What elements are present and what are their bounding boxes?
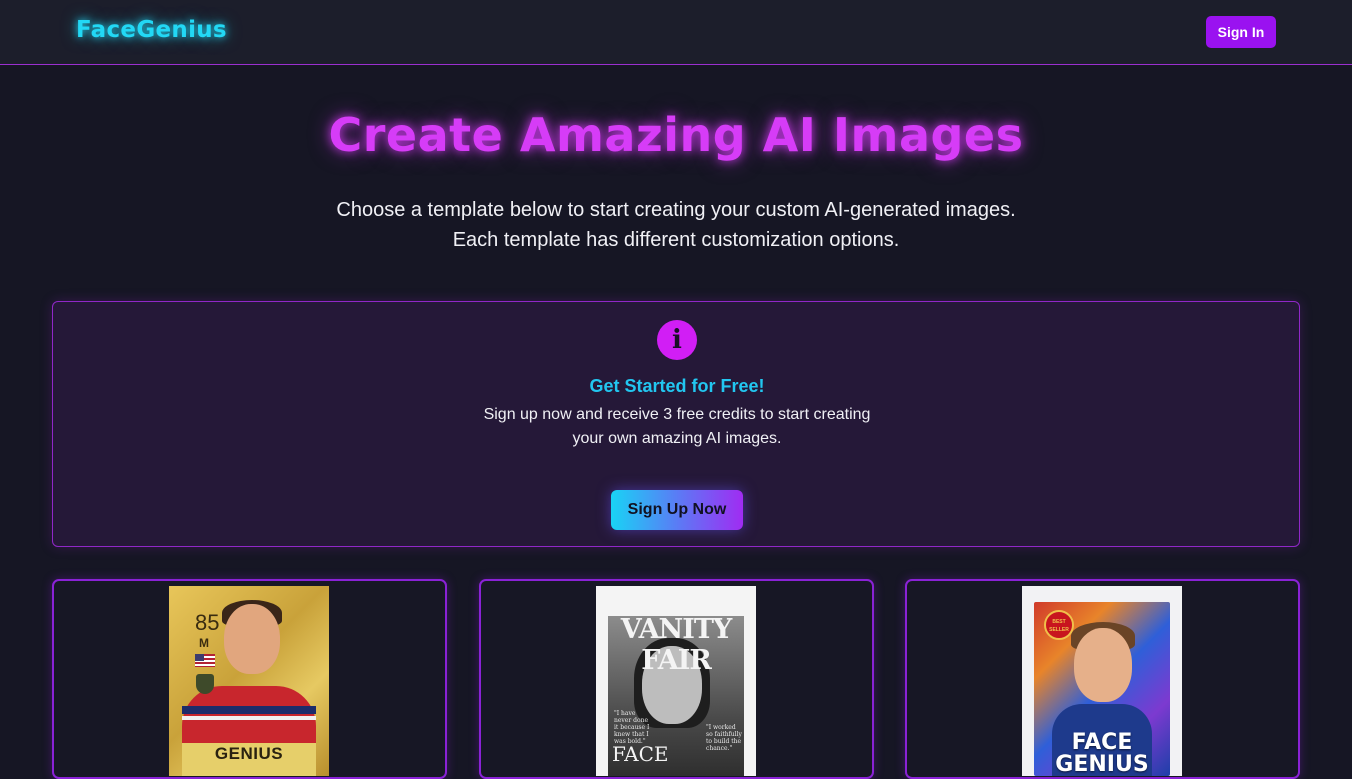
book-title: FACE GENIUS xyxy=(1055,730,1149,776)
sign-in-button[interactable]: Sign In xyxy=(1206,16,1276,48)
player-position: M xyxy=(199,636,209,650)
player-name: GENIUS xyxy=(214,744,284,763)
magazine-masthead: VANITY FAIR xyxy=(620,614,732,676)
template-card-book[interactable]: BEST SELLER FACE GENIUS xyxy=(905,579,1300,779)
template-thumbnail-book-cover[interactable]: BEST SELLER FACE GENIUS xyxy=(1022,586,1182,776)
club-badge-icon xyxy=(196,674,214,694)
best-seller-seal-icon: BEST SELLER xyxy=(1044,610,1074,640)
template-thumbnail-player-card[interactable]: 85 M GENIUS xyxy=(169,586,329,776)
thumb-stripe xyxy=(182,706,316,714)
cover-quote-left: "I have never done it because I knew tha… xyxy=(614,710,650,745)
subtitle-line-2: Each template has different customizatio… xyxy=(452,229,900,251)
sign-up-now-button[interactable]: Sign Up Now xyxy=(611,490,743,530)
banner-title: Get Started for Free! xyxy=(589,376,765,396)
us-flag-icon xyxy=(195,654,215,667)
info-icon: i xyxy=(657,320,697,360)
template-card-magazine[interactable]: VANITY FAIR "I have never done it becaus… xyxy=(479,579,874,779)
thumb-face xyxy=(224,604,280,674)
thumb-stripe-white xyxy=(182,716,316,720)
free-credits-banner: i Get Started for Free! Sign up now and … xyxy=(52,301,1300,547)
book-face xyxy=(1074,628,1132,702)
logo[interactable]: FaceGenius xyxy=(76,17,227,43)
top-nav: FaceGenius Sign In xyxy=(0,0,1352,65)
banner-text: Sign up now and receive 3 free credits t… xyxy=(483,406,871,447)
template-thumbnail-magazine-cover[interactable]: VANITY FAIR "I have never done it becaus… xyxy=(596,586,756,776)
cover-quote-right: "I worked so faithfully to build the cha… xyxy=(706,724,742,752)
template-card-player[interactable]: 85 M GENIUS xyxy=(52,579,447,779)
page-subtitle: Choose a template below to start creatin… xyxy=(0,195,1352,255)
cover-word: FACE xyxy=(612,742,669,766)
subtitle-line-1: Choose a template below to start creatin… xyxy=(336,199,1016,221)
player-rating: 85 xyxy=(195,610,220,635)
page-title: Create Amazing AI Images xyxy=(328,108,1024,162)
